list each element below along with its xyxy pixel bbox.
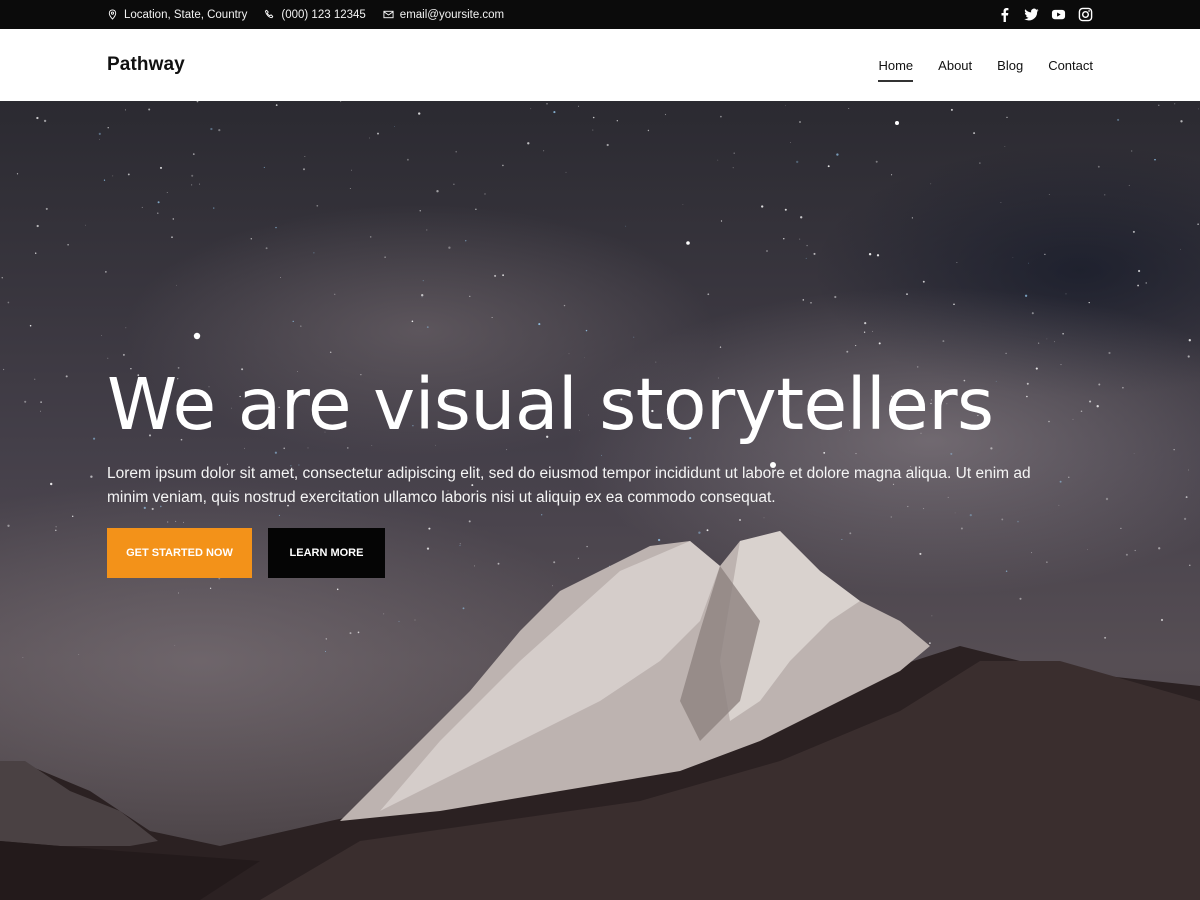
location-pin-icon <box>108 9 117 20</box>
hero-section: We are visual storytellers Lorem ipsum d… <box>0 101 1200 900</box>
nav-about[interactable]: About <box>938 29 972 101</box>
nav-blog[interactable]: Blog <box>997 29 1023 101</box>
site-logo[interactable]: Pathway <box>107 54 185 76</box>
get-started-button[interactable]: GET STARTED NOW <box>107 528 252 578</box>
twitter-icon[interactable] <box>1023 7 1039 23</box>
email-item: email@yoursite.com <box>383 9 504 21</box>
top-bar: Location, State, Country (000) 123 12345… <box>0 0 1200 29</box>
nav-contact[interactable]: Contact <box>1048 29 1093 101</box>
email-text[interactable]: email@yoursite.com <box>400 9 504 21</box>
phone-text[interactable]: (000) 123 12345 <box>281 9 365 21</box>
hero-content: We are visual storytellers Lorem ipsum d… <box>107 369 1107 578</box>
location-text: Location, State, Country <box>124 8 248 21</box>
hero-title: We are visual storytellers <box>107 363 994 446</box>
nav-home[interactable]: Home <box>878 29 913 101</box>
site-header: Pathway Home About Blog Contact <box>0 29 1200 101</box>
phone-item: (000) 123 12345 <box>264 9 366 21</box>
location-item: Location, State, Country <box>107 9 247 21</box>
facebook-icon[interactable] <box>996 7 1012 23</box>
hero-text: Lorem ipsum dolor sit amet, consectetur … <box>107 465 1031 506</box>
contact-info: Location, State, Country (000) 123 12345… <box>107 9 521 21</box>
envelope-icon <box>383 10 394 19</box>
phone-icon <box>265 9 274 19</box>
instagram-icon[interactable] <box>1077 7 1093 23</box>
social-links <box>985 7 1093 23</box>
hero-buttons: GET STARTED NOW LEARN MORE <box>107 528 1107 578</box>
learn-more-button[interactable]: LEARN MORE <box>268 528 385 578</box>
main-nav: Home About Blog Contact <box>853 29 1093 101</box>
youtube-icon[interactable] <box>1050 7 1066 23</box>
